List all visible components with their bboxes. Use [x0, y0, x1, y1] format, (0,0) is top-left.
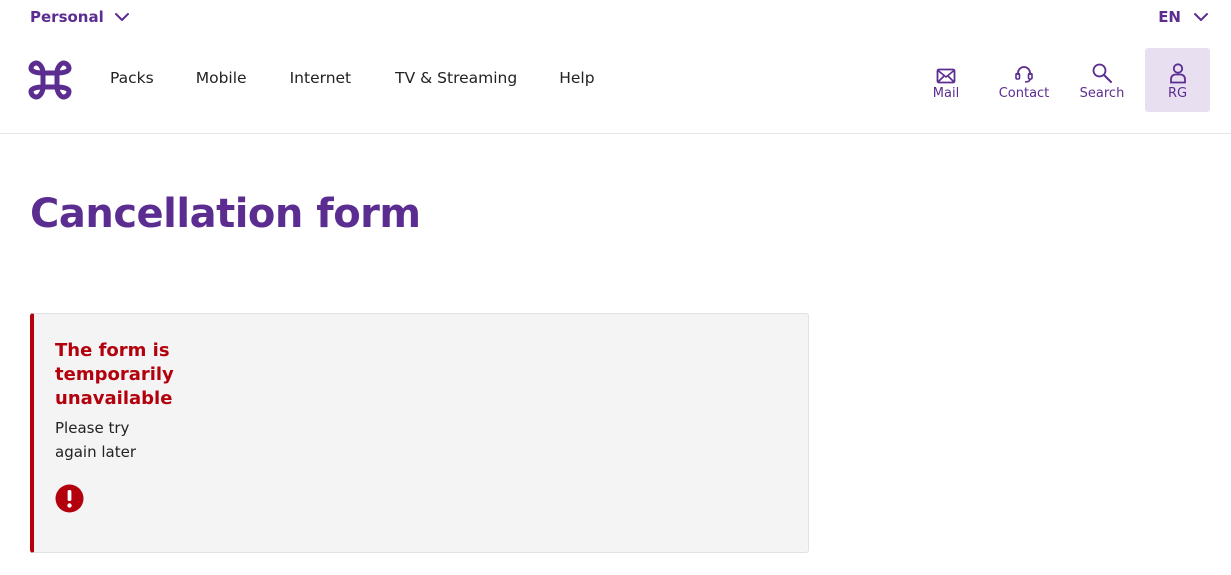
error-alert: The form is temporarily unavailable Plea…	[30, 313, 809, 553]
brand-logo[interactable]	[28, 58, 72, 102]
account-initials: RG	[1167, 85, 1188, 101]
contact-link[interactable]: Contact	[982, 48, 1066, 112]
alert-message: Please try again later	[55, 419, 136, 461]
segment-label: Personal	[30, 8, 104, 26]
account-button[interactable]: RG	[1145, 48, 1210, 112]
mail-icon	[936, 60, 956, 84]
top-bar: Personal EN	[0, 0, 1231, 40]
user-icon	[1169, 60, 1187, 84]
brand-logo-icon	[28, 60, 72, 100]
segment-selector[interactable]: Personal	[30, 8, 130, 26]
nav-item-internet[interactable]: Internet	[290, 69, 352, 87]
search-link[interactable]: Search	[1066, 48, 1138, 112]
nav-item-help[interactable]: Help	[559, 69, 594, 87]
nav-item-packs[interactable]: Packs	[110, 69, 154, 87]
page-title: Cancellation form	[30, 191, 421, 237]
alert-title: The form is temporarily unavailable	[55, 340, 174, 409]
utility-links: Mail Contact Search RG	[910, 48, 1210, 112]
main-navigation: Packs Mobile Internet TV & Streaming Hel…	[0, 40, 1231, 134]
nav-item-mobile[interactable]: Mobile	[196, 69, 247, 87]
chevron-down-icon	[1193, 12, 1209, 22]
mail-link[interactable]: Mail	[910, 48, 982, 112]
nav-item-tv-streaming[interactable]: TV & Streaming	[395, 69, 517, 87]
language-selector[interactable]: EN	[1158, 8, 1209, 26]
language-label: EN	[1158, 8, 1181, 26]
chevron-down-icon	[114, 12, 130, 22]
error-icon	[55, 484, 84, 513]
search-label: Search	[1079, 85, 1125, 101]
headset-icon	[1014, 60, 1034, 84]
mail-label: Mail	[932, 85, 960, 101]
contact-label: Contact	[998, 85, 1050, 101]
search-icon	[1091, 60, 1113, 84]
primary-menu: Packs Mobile Internet TV & Streaming Hel…	[110, 69, 595, 87]
